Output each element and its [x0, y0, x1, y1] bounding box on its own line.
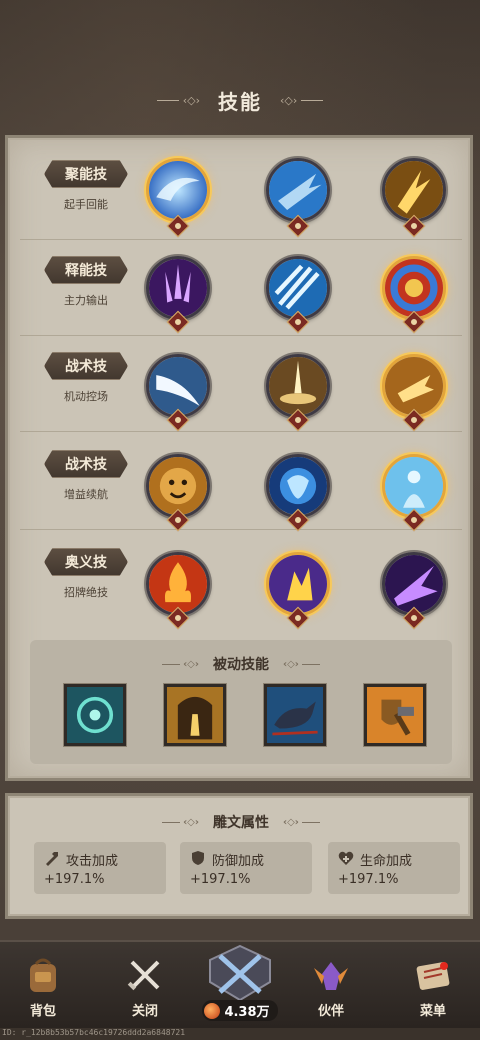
rune-attributes-panel: ‹◇› 雕文属性 ‹◇› 攻击加成 +197.1% 防御加成 +197.1% 生…: [8, 796, 470, 916]
title-deco-right: ‹◇›: [280, 94, 324, 107]
title-bar: ‹◇› 技能 ‹◇›: [0, 80, 480, 120]
rune-card-name: 防御加成: [212, 854, 265, 869]
rune-card-attack: 攻击加成 +197.1%: [34, 842, 166, 894]
deco-left: ‹◇›: [162, 817, 199, 828]
skill-row-3: 战术技 机动控场: [20, 336, 462, 432]
nav-partner-label: 伙伴: [317, 1004, 344, 1019]
passive-title: ‹◇› 被动技能 ‹◇›: [30, 654, 452, 674]
nav-close-label: 关闭: [131, 1004, 158, 1019]
rune-card-name: 攻击加成: [66, 854, 119, 869]
nav-bag[interactable]: 背包: [8, 954, 78, 1024]
nav-menu[interactable]: 菜单: [398, 954, 468, 1024]
title-deco-left: ‹◇›: [156, 94, 200, 107]
rune-title: ‹◇› 雕文属性 ‹◇›: [10, 812, 472, 832]
rune-title-text: 雕文属性: [213, 815, 269, 831]
rune-card-health: 生命加成 +197.1%: [328, 842, 460, 894]
skill-row-4: 战术技 增益续航: [20, 434, 462, 532]
passive-title-text: 被动技能: [213, 657, 269, 673]
row-sub: 机动控场: [64, 390, 108, 403]
row-sub: 增益续航: [64, 488, 108, 501]
heart-plus-icon: [338, 851, 354, 865]
bottom-nav: 背包 关闭 4.38万 伙伴 菜单: [0, 940, 480, 1028]
menu-notification-dot: [440, 962, 448, 970]
row-label: 战术技: [44, 450, 128, 478]
row-label: 奥义技: [44, 548, 128, 576]
power-orb-icon: [204, 1002, 221, 1019]
skill-row-1: 聚能技 起手回能: [20, 144, 462, 240]
row-sub: 起手回能: [64, 198, 108, 211]
shield-icon: [192, 851, 204, 865]
nav-partner[interactable]: 伙伴: [296, 954, 366, 1024]
crossed-swords-emblem-icon: [209, 944, 271, 1002]
row-sub: 主力输出: [64, 294, 108, 307]
rune-card-value: +197.1%: [44, 872, 105, 887]
winged-helm-icon: [314, 962, 348, 990]
passive-skills-section: ‹◇› 被动技能 ‹◇›: [30, 640, 452, 764]
power-pill: 4.38万: [202, 1000, 278, 1021]
deco-right: ‹◇›: [283, 659, 320, 670]
skills-panel: 聚能技 起手回能 释能技 主力输出 战术技 机动控场 战术技 增益续航 奥义技 …: [8, 138, 470, 778]
passive-shield-hammer-icon[interactable]: [364, 684, 426, 746]
passive-shadow-wolf-icon[interactable]: [264, 684, 326, 746]
backpack-icon: [30, 958, 56, 992]
row-sub: 招牌绝技: [64, 586, 108, 599]
rune-card-value: +197.1%: [190, 872, 251, 887]
footer-id: ID: r_12b8b53b57bc46c19726ddd2a6848721: [2, 1028, 186, 1037]
power-value: 4.38万: [224, 1005, 270, 1020]
nav-bag-label: 背包: [29, 1004, 56, 1019]
rune-card-defense: 防御加成 +197.1%: [180, 842, 312, 894]
passive-gate-warrior-icon[interactable]: [164, 684, 226, 746]
deco-left: ‹◇›: [162, 659, 199, 670]
skill-golden-strike-icon[interactable]: [382, 158, 446, 222]
passive-swirl-rune-icon[interactable]: [64, 684, 126, 746]
row-label: 释能技: [44, 256, 128, 284]
deco-right: ‹◇›: [283, 817, 320, 828]
scroll-book-icon: [416, 962, 450, 990]
crossed-swords-icon: [127, 960, 160, 991]
page-title: 技能: [218, 89, 262, 114]
skill-ice-slash-icon[interactable]: [266, 158, 330, 222]
nav-menu-label: 菜单: [419, 1004, 446, 1019]
rune-card-name: 生命加成: [360, 854, 413, 869]
skill-row-5: 奥义技 招牌绝技: [20, 532, 462, 630]
rune-card-value: +197.1%: [338, 872, 399, 887]
sword-icon: [46, 852, 58, 866]
row-label: 聚能技: [44, 160, 128, 188]
skill-row-2: 释能技 主力输出: [20, 240, 462, 336]
nav-power-emblem[interactable]: 4.38万: [192, 942, 288, 1030]
skill-water-wave-icon[interactable]: [146, 158, 210, 222]
row-label: 战术技: [44, 352, 128, 380]
nav-close[interactable]: 关闭: [110, 954, 180, 1024]
